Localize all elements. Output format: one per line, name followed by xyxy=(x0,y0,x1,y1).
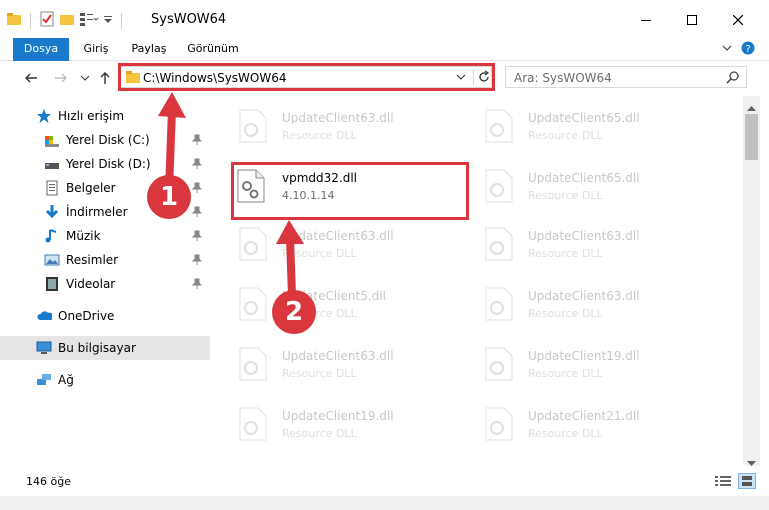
details-view-icon[interactable] xyxy=(715,475,731,490)
step-2-badge: 2 xyxy=(272,290,316,334)
item-count: 146 öğe xyxy=(26,475,71,488)
arrow-2-head xyxy=(276,220,304,244)
arrow-2-shaft xyxy=(286,237,296,297)
annotation-arrows xyxy=(158,92,304,297)
window-bottom-edge xyxy=(0,496,769,510)
arrow-1-head xyxy=(158,92,186,118)
step-1-badge: 1 xyxy=(147,175,191,219)
status-bar: 146 öğe xyxy=(0,466,769,496)
tiles-view-icon[interactable] xyxy=(738,473,756,489)
